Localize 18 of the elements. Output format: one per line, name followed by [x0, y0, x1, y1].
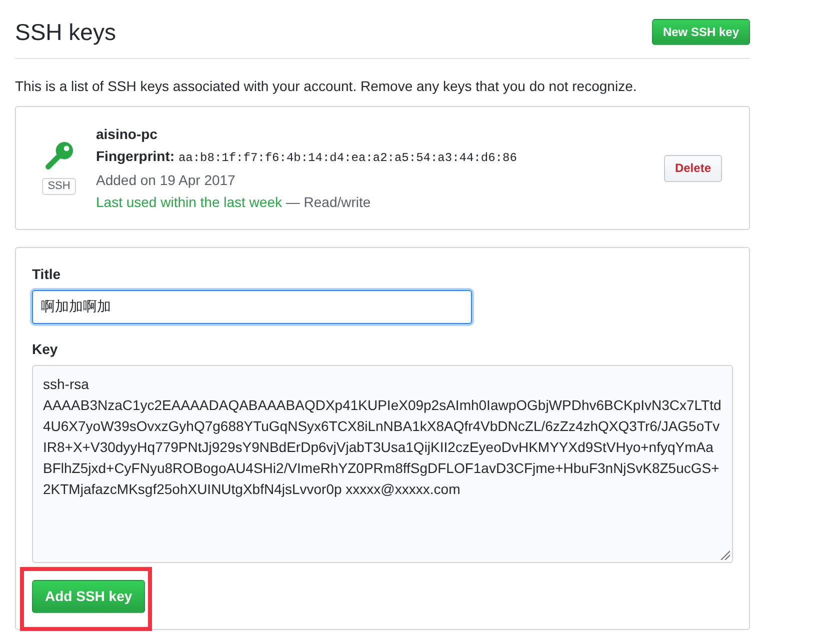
- key-name: aisino-pc: [96, 125, 158, 144]
- add-ssh-key-button[interactable]: Add SSH key: [32, 580, 146, 613]
- fingerprint-label: Fingerprint:: [96, 148, 175, 164]
- resize-grip-icon[interactable]: [720, 550, 730, 560]
- title-input[interactable]: 啊加加啊加: [32, 290, 472, 324]
- key-icon: [45, 142, 73, 170]
- new-ssh-key-button[interactable]: New SSH key: [652, 19, 750, 45]
- key-type-badge: SSH: [42, 178, 76, 194]
- key-textarea[interactable]: ssh-rsa AAAAB3NzaC1yc2EAAAADAQABAAABAQDXp41KUPIeX09p2sAImh0IawpOGbjWPDhv6BCKpIvN3Cx7LTtd4U6X7yoW39sOvxzGyhQ7g688YTuGqNSyx6TCX8iLnNBA1kX8AQfr4VbDNcZL/6zZz4zhQXQ3Tr6/JAG5oTvIR8+X+V30dyyHq779PNtJj929sY9NBdErDp6vjVjabT3Usa1QijKII2czEyeoDvHKMYYXd9StVHyo+nfyqYmAaBFlhZ5jxd+CyFNyu8ROBogoAU4SHi2/VImeRhYZ0PRm8ffSgDFLOF1avD3CFjme+HbuF3nNjSvK8Z5ucGS+2KTMjafazcMKsgf25ohXUINUtgXbfN4jsLvvor0p xxxxx@xxxxx.com: [32, 365, 733, 563]
- description-text: This is a list of SSH keys associated with your account. Remove any keys that you do not recognize.: [15, 77, 638, 96]
- last-used-text: Last used within the last week: [96, 194, 282, 210]
- delete-button[interactable]: Delete: [664, 154, 722, 182]
- access-text: — Read/write: [286, 194, 371, 210]
- key-label: Key: [32, 340, 59, 359]
- fingerprint-value: aa:b8:1f:f7:f6:4b:14:d4:ea:a2:a5:54:a3:44:d6:86: [178, 151, 517, 165]
- title-label: Title: [32, 265, 62, 284]
- page-title: SSH keys: [15, 18, 116, 46]
- added-date-text: Added on 19 Apr 2017: [96, 171, 236, 190]
